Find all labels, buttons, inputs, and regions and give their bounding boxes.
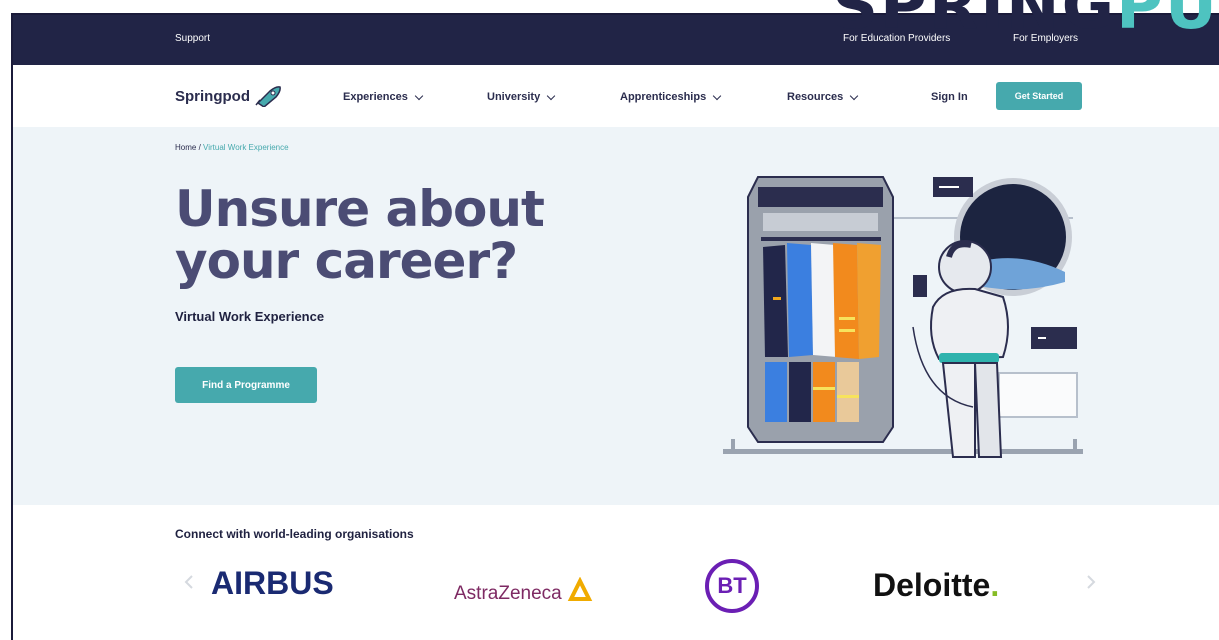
deloitte-dot: . bbox=[990, 567, 1000, 603]
springpod-logo[interactable]: Springpod bbox=[175, 85, 282, 107]
nav-apprenticeships-label: Apprenticeships bbox=[620, 91, 707, 103]
partner-logo-carousel: AIRBUS AstraZeneca BT Deloitte. bbox=[173, 555, 1096, 615]
bt-logo: BT bbox=[704, 558, 760, 614]
nav-resources[interactable]: Resources bbox=[787, 91, 859, 103]
hero-section: Home / Virtual Work Experience Unsure ab… bbox=[13, 127, 1219, 505]
nav-resources-label: Resources bbox=[787, 91, 844, 103]
support-link[interactable]: Support bbox=[175, 33, 210, 44]
banner-text-accent: PU bbox=[1116, 0, 1219, 44]
page-title: Unsure about your career? bbox=[175, 183, 595, 287]
organisations-heading: Connect with world-leading organisations bbox=[175, 527, 414, 541]
chevron-right-icon[interactable] bbox=[1081, 573, 1099, 591]
get-started-button[interactable]: Get Started bbox=[996, 82, 1082, 110]
chevron-left-icon[interactable] bbox=[181, 573, 199, 591]
nav-apprenticeships[interactable]: Apprenticeships bbox=[620, 91, 722, 103]
headline-line-2: your career? bbox=[175, 232, 518, 290]
airbus-logo: AIRBUS bbox=[211, 565, 334, 601]
chevron-down-icon bbox=[546, 91, 556, 100]
astrazeneca-mark-icon bbox=[567, 576, 593, 601]
main-nav: Springpod Experiences University Apprent… bbox=[13, 65, 1219, 127]
nav-university-label: University bbox=[487, 91, 541, 103]
browser-viewport: Support For Education Providers For Empl… bbox=[11, 13, 1219, 640]
banner-text-main: SPRING bbox=[831, 0, 1117, 44]
deloitte-logo-text: Deloitte bbox=[873, 567, 991, 603]
nav-experiences-label: Experiences bbox=[343, 91, 408, 103]
chevron-down-icon bbox=[850, 91, 859, 100]
astrazeneca-logo: AstraZeneca bbox=[454, 576, 593, 605]
bt-logo-text: BT bbox=[717, 573, 747, 598]
deloitte-logo: Deloitte. bbox=[873, 567, 999, 604]
logo-text: Springpod bbox=[175, 87, 250, 105]
overlay-banner-text: SPRINGPU bbox=[832, 0, 1219, 44]
hero-subtitle: Virtual Work Experience bbox=[175, 309, 325, 324]
chevron-down-icon bbox=[712, 91, 722, 100]
breadcrumb: Home / Virtual Work Experience bbox=[175, 143, 289, 152]
breadcrumb-home[interactable]: Home bbox=[175, 143, 196, 152]
breadcrumb-separator: / bbox=[198, 143, 201, 152]
rocket-icon bbox=[255, 86, 281, 107]
nav-university[interactable]: University bbox=[487, 91, 556, 103]
sign-in-link[interactable]: Sign In bbox=[931, 91, 968, 103]
breadcrumb-current: Virtual Work Experience bbox=[203, 143, 289, 152]
chevron-down-icon bbox=[414, 91, 424, 100]
find-programme-button[interactable]: Find a Programme bbox=[175, 367, 317, 403]
astronaut-wardrobe-illustration bbox=[723, 176, 1083, 458]
nav-experiences[interactable]: Experiences bbox=[343, 91, 424, 103]
headline-line-1: Unsure about bbox=[175, 180, 545, 238]
astrazeneca-logo-text: AstraZeneca bbox=[454, 583, 562, 604]
